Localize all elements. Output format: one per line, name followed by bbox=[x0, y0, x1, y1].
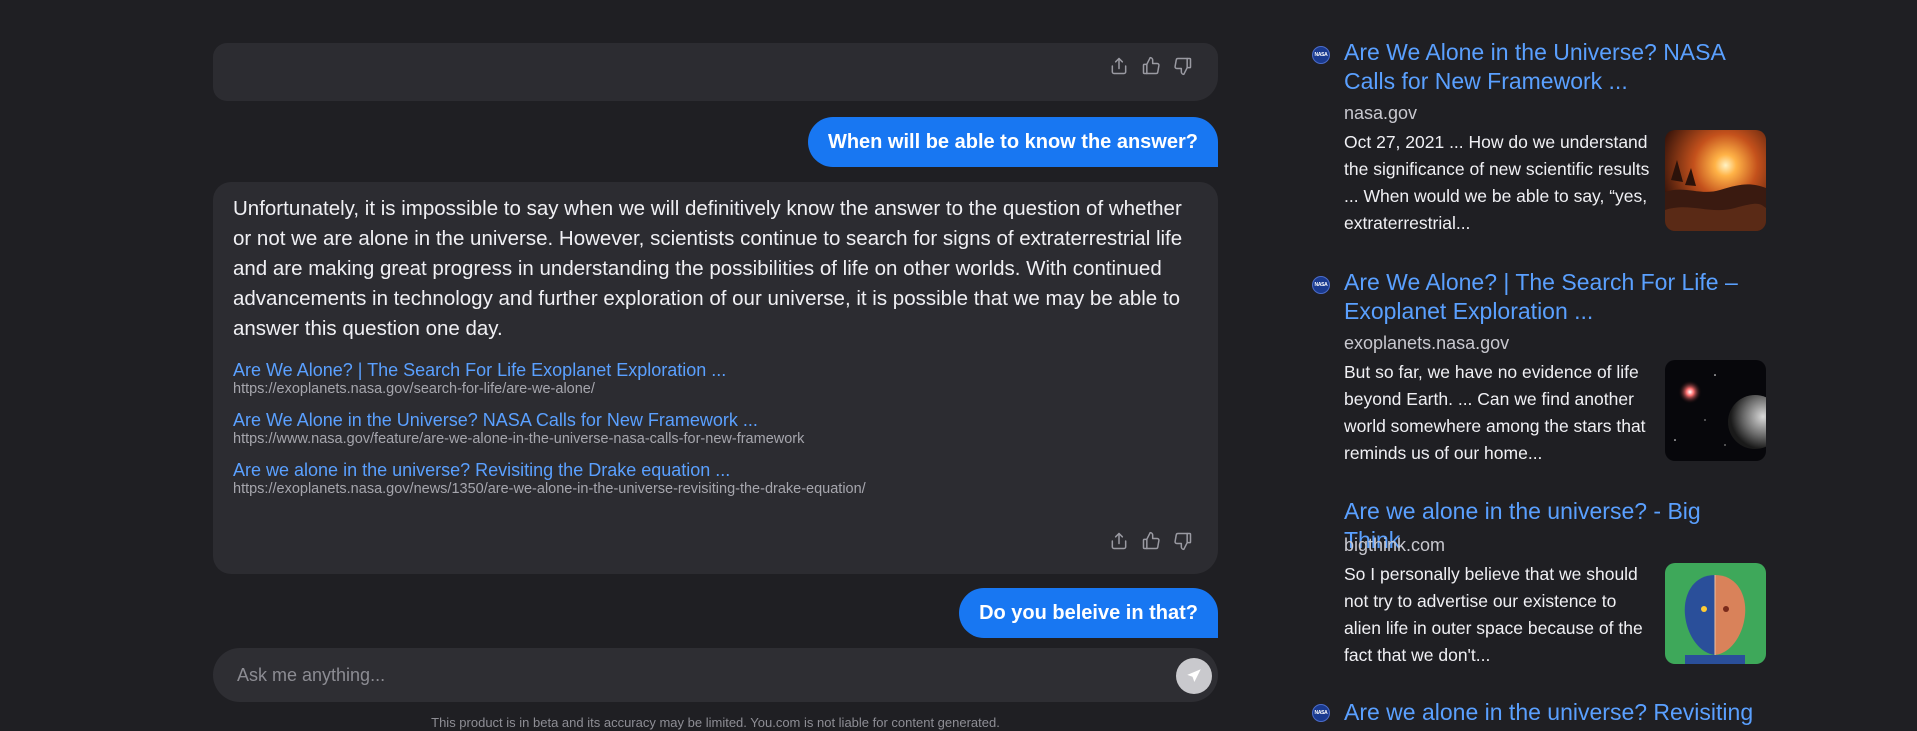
web-result: NASA Are We Alone in the Universe? NASA … bbox=[1312, 38, 1772, 238]
web-result: Are we alone in the universe? - Big Thin… bbox=[1312, 497, 1772, 697]
web-result: NASA Are we alone in the universe? Revis… bbox=[1312, 698, 1772, 731]
send-icon bbox=[1187, 669, 1201, 682]
source-item: Are We Alone? | The Search For Life Exop… bbox=[233, 359, 1193, 398]
user-message: Do you beleive in that? bbox=[959, 588, 1218, 638]
previous-ai-message bbox=[213, 43, 1218, 101]
source-link[interactable]: Are we alone in the universe? Revisiting… bbox=[233, 459, 1193, 481]
disclaimer: This product is in beta and its accuracy… bbox=[431, 715, 1000, 730]
source-list: Are We Alone? | The Search For Life Exop… bbox=[233, 359, 1193, 509]
source-item: Are We Alone in the Universe? NASA Calls… bbox=[233, 409, 1193, 448]
user-message: When will be able to know the answer? bbox=[807, 117, 1218, 167]
nasa-favicon-icon: NASA bbox=[1312, 276, 1330, 294]
answer-text: Unfortunately, it is impossible to say w… bbox=[233, 197, 1183, 340]
web-results-panel: NASA Are We Alone in the Universe? NASA … bbox=[1312, 0, 1772, 731]
result-title-link[interactable]: Are we alone in the universe? Revisiting bbox=[1344, 698, 1754, 727]
message-actions bbox=[1108, 530, 1194, 552]
thumbs-down-icon[interactable] bbox=[1172, 530, 1194, 552]
share-icon[interactable] bbox=[1108, 530, 1130, 552]
chat-panel: When will be able to know the answer? Un… bbox=[213, 0, 1218, 731]
result-snippet: But so far, we have no evidence of life … bbox=[1344, 362, 1646, 463]
thumbs-down-icon[interactable] bbox=[1172, 55, 1194, 77]
web-result: NASA Are We Alone? | The Search For Life… bbox=[1312, 268, 1772, 468]
result-domain: bigthink.com bbox=[1344, 535, 1446, 555]
share-icon[interactable] bbox=[1108, 55, 1130, 77]
source-url: https://www.nasa.gov/feature/are-we-alon… bbox=[233, 431, 805, 447]
thumbs-up-icon[interactable] bbox=[1140, 55, 1162, 77]
chat-input[interactable] bbox=[237, 648, 1157, 702]
result-snippet: Oct 27, 2021 ... How do we understand th… bbox=[1344, 132, 1650, 233]
source-url: https://exoplanets.nasa.gov/news/1350/ar… bbox=[233, 481, 866, 497]
ai-answer-message: Unfortunately, it is impossible to say w… bbox=[213, 182, 1218, 574]
source-link[interactable]: Are We Alone? | The Search For Life Exop… bbox=[233, 359, 1193, 381]
message-actions bbox=[1108, 55, 1194, 77]
source-url: https://exoplanets.nasa.gov/search-for-l… bbox=[233, 381, 595, 397]
send-button[interactable] bbox=[1176, 658, 1212, 694]
source-item: Are we alone in the universe? Revisiting… bbox=[233, 459, 1193, 498]
result-title-link[interactable]: Are We Alone in the Universe? NASA Calls… bbox=[1344, 38, 1754, 96]
source-link[interactable]: Are We Alone in the Universe? NASA Calls… bbox=[233, 409, 1193, 431]
result-thumbnail[interactable] bbox=[1665, 563, 1766, 664]
result-domain: nasa.gov bbox=[1344, 103, 1418, 123]
thumbs-up-icon[interactable] bbox=[1140, 530, 1162, 552]
chat-input-bar bbox=[213, 648, 1218, 702]
result-title-link[interactable]: Are We Alone? | The Search For Life – Ex… bbox=[1344, 268, 1754, 326]
result-thumbnail[interactable] bbox=[1665, 130, 1766, 231]
result-snippet: So I personally believe that we should n… bbox=[1344, 564, 1643, 665]
nasa-favicon-icon: NASA bbox=[1312, 46, 1330, 64]
nasa-favicon-icon: NASA bbox=[1312, 704, 1330, 722]
result-domain: exoplanets.nasa.gov bbox=[1344, 333, 1510, 353]
result-thumbnail[interactable] bbox=[1665, 360, 1766, 461]
